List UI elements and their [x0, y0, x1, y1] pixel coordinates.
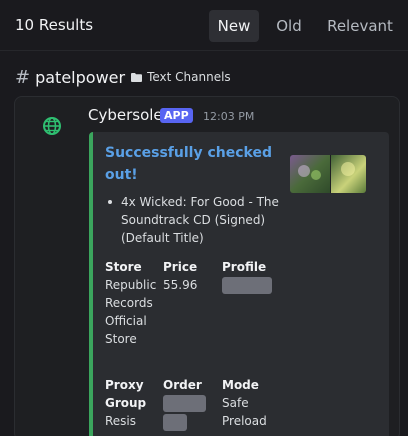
search-results-header: 10 Results New Old Relevant [0, 0, 408, 51]
redacted-value [222, 277, 272, 294]
redacted-value [163, 395, 206, 412]
field-mode: Mode Safe Preload [222, 376, 292, 430]
bullet-icon [108, 200, 112, 204]
field-store: Store Republic Records Official Store [105, 258, 157, 348]
search-result-message[interactable]: Cybersole APP 12:03 PM Successfully chec… [14, 96, 400, 436]
field-name: Order [163, 378, 202, 392]
category-name: Text Channels [147, 70, 231, 84]
author-name[interactable]: Cybersole [88, 106, 163, 124]
redacted-value [163, 414, 187, 431]
product-thumbnail[interactable] [290, 155, 366, 193]
item-list: 4x Wicked: For Good - The Soundtrack CD … [105, 193, 280, 247]
globe-logo-icon [43, 117, 61, 135]
field-name: Price [163, 260, 198, 274]
folder-icon [131, 72, 143, 82]
app-badge: APP [160, 108, 193, 123]
results-count: 10 Results [15, 16, 94, 34]
message-timestamp: 12:03 PM [203, 110, 255, 123]
field-name: Store [105, 260, 142, 274]
hash-icon: # [15, 66, 31, 88]
tab-new[interactable]: New [209, 10, 259, 42]
field-profile: Profile [222, 258, 292, 294]
field-name: Mode [222, 378, 259, 392]
field-name: Profile [222, 260, 267, 274]
channel-name[interactable]: patelpower [35, 68, 125, 87]
item-text: 4x Wicked: For Good - The Soundtrack CD … [121, 195, 279, 245]
list-item: 4x Wicked: For Good - The Soundtrack CD … [105, 193, 280, 247]
field-name: Proxy Group [105, 378, 147, 410]
tab-relevant[interactable]: Relevant [319, 10, 401, 42]
field-value: Safe Preload [222, 396, 267, 428]
field-proxy-group: Proxy Group Resis [105, 376, 157, 430]
field-order: Order [163, 376, 215, 431]
field-value: Resis [105, 414, 137, 428]
embed-title: Successfully checked out! [105, 145, 272, 183]
checkout-embed: Successfully checked out! 4x Wicked: For… [89, 132, 389, 436]
field-value: Republic Records Official Store [105, 278, 157, 346]
field-value: 55.96 [163, 278, 198, 292]
field-price: Price 55.96 [163, 258, 215, 294]
channel-breadcrumb[interactable]: # patelpower Text Channels [15, 66, 231, 88]
tab-old[interactable]: Old [267, 10, 311, 42]
